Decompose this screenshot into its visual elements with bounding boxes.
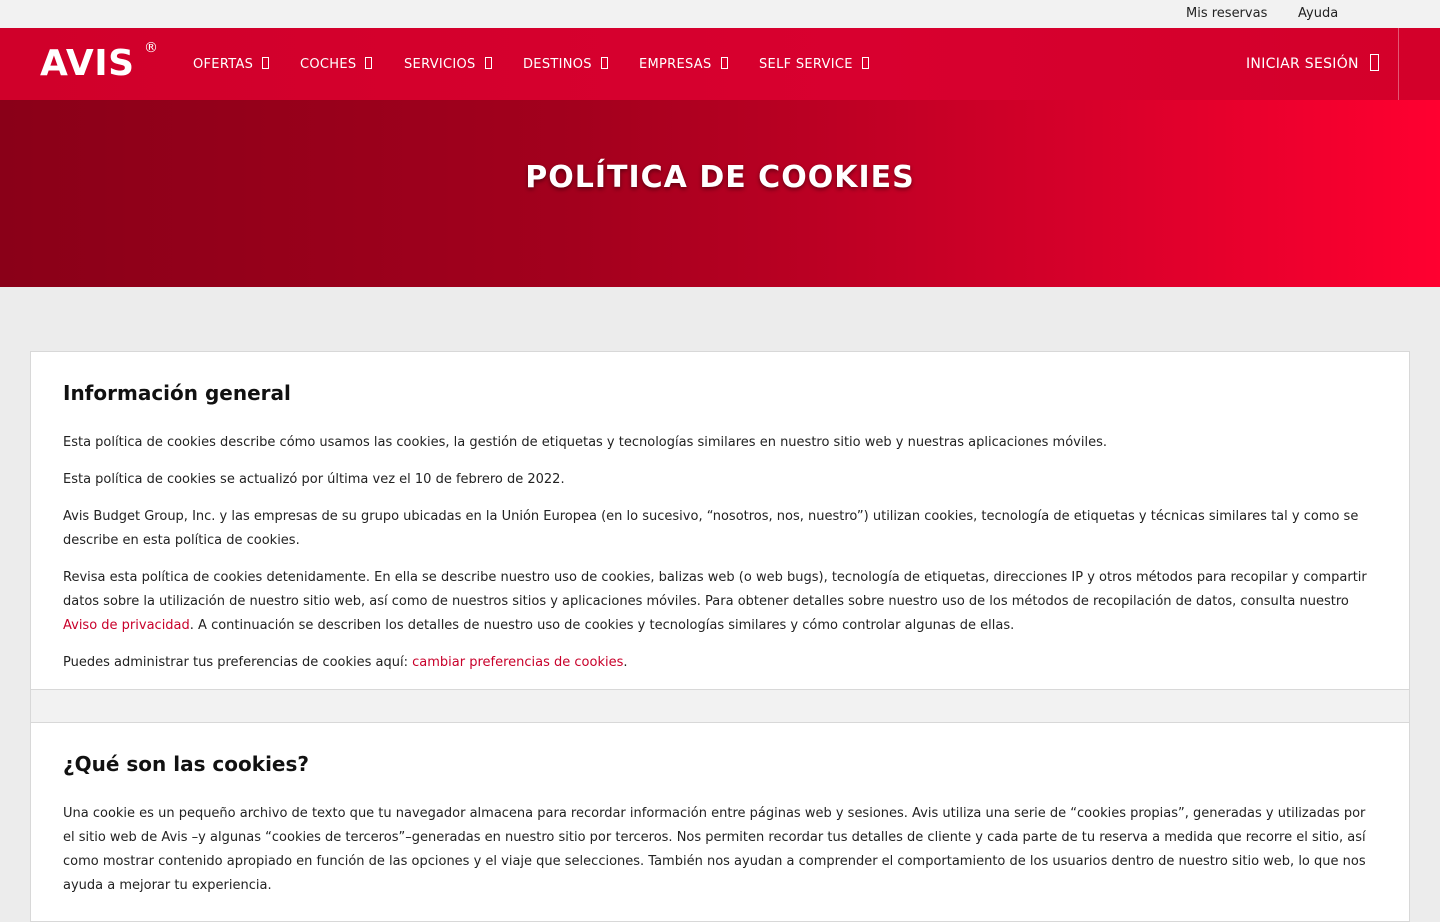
nav-coches[interactable]: COCHES (300, 56, 373, 74)
paragraph-text: Revisa esta política de cookies detenida… (63, 570, 1367, 609)
nav-coches-label: COCHES (300, 57, 357, 72)
user-icon (1369, 54, 1379, 71)
chevron-down-icon (262, 57, 270, 69)
paragraph: Puedes administrar tus preferencias de c… (63, 651, 1375, 675)
nav-self-service-label: SELF SERVICE (759, 57, 853, 72)
paragraph: Esta política de cookies describe cómo u… (63, 435, 1107, 450)
section-general-info: Información general Esta política de coo… (30, 351, 1410, 690)
section-heading: ¿Qué son las cookies? (63, 752, 309, 776)
login-label: INICIAR SESIÓN (1246, 56, 1359, 72)
section-what-are-cookies: ¿Qué son las cookies? Una cookie es un p… (30, 722, 1410, 922)
chevron-down-icon (720, 57, 728, 69)
hero-banner: POLÍTICA DE COOKIES (0, 100, 1440, 287)
nav-ofertas-label: OFERTAS (193, 57, 254, 72)
page-title: POLÍTICA DE COOKIES (525, 160, 915, 195)
nav-destinos-label: DESTINOS (523, 57, 592, 72)
nav-ofertas[interactable]: OFERTAS (193, 56, 270, 74)
privacy-notice-link[interactable]: Aviso de privacidad (63, 618, 190, 633)
main-nav: AVIS ® OFERTAS COCHES SERVICIOS DESTINOS… (0, 28, 1440, 100)
nav-empresas-label: EMPRESAS (639, 57, 712, 72)
chevron-down-icon (365, 57, 373, 69)
paragraph-text: . (623, 655, 628, 670)
avis-logo[interactable]: AVIS ® (40, 40, 158, 84)
help-link[interactable]: Ayuda (1298, 6, 1338, 22)
logo-text: AVIS (40, 43, 135, 84)
paragraph: Avis Budget Group, Inc. y las empresas d… (63, 509, 1359, 548)
nav-divider (1398, 28, 1399, 100)
registered-mark: ® (144, 40, 159, 56)
nav-servicios[interactable]: SERVICIOS (404, 56, 492, 74)
paragraph: Esta política de cookies se actualizó po… (63, 472, 565, 487)
nav-destinos[interactable]: DESTINOS (523, 56, 608, 74)
nav-self-service[interactable]: SELF SERVICE (759, 56, 869, 74)
cookie-preferences-link[interactable]: cambiar preferencias de cookies (412, 655, 623, 670)
paragraph: Revisa esta política de cookies detenida… (63, 566, 1375, 638)
nav-empresas[interactable]: EMPRESAS (639, 56, 728, 74)
paragraph: Una cookie es un pequeño archivo de text… (63, 806, 1366, 893)
paragraph-text: Puedes administrar tus preferencias de c… (63, 655, 413, 670)
chevron-down-icon (861, 57, 869, 69)
login-button[interactable]: INICIAR SESIÓN (1246, 54, 1379, 74)
section-separator (30, 690, 1410, 722)
chevron-down-icon (600, 57, 608, 69)
nav-servicios-label: SERVICIOS (404, 57, 476, 72)
paragraph-text: . A continuación se describen los detall… (189, 618, 1015, 633)
chevron-down-icon (484, 57, 492, 69)
section-heading: Información general (63, 381, 291, 405)
utility-bar: Mis reservas Ayuda (0, 0, 1440, 28)
my-reservations-link[interactable]: Mis reservas (1186, 6, 1267, 22)
